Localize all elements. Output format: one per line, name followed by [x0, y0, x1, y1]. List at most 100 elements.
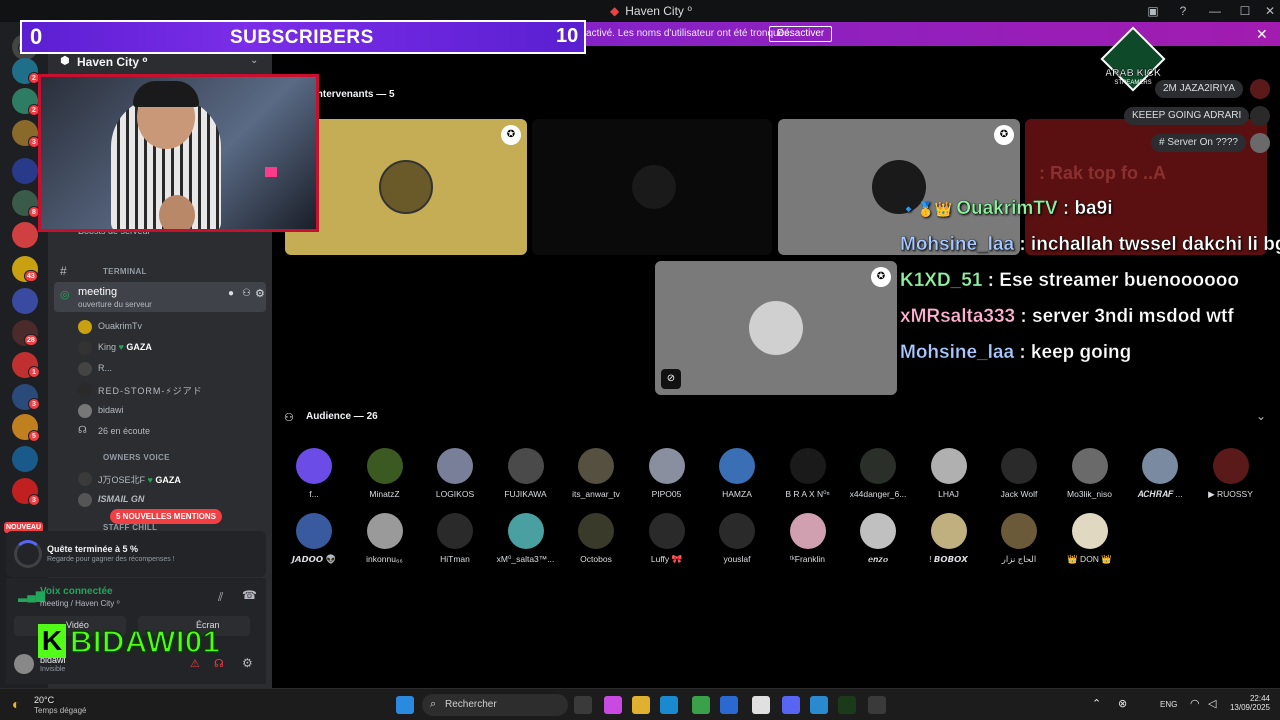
weather-temp[interactable]: 20°C [34, 695, 54, 705]
server-icon[interactable] [12, 158, 38, 184]
audience-member[interactable]: Jack Wolf [987, 448, 1051, 499]
obs-icon[interactable] [752, 696, 770, 714]
unread-badge: 5 [28, 430, 40, 442]
network-icon[interactable]: ⊗ [1118, 697, 1127, 710]
quest-panel[interactable]: Quête terminée à 5 % Regarde pour gagner… [6, 531, 266, 577]
audience-member[interactable]: 𝙅𝘼𝘿𝙊𝙊 👽 [282, 513, 346, 565]
audience-member[interactable]: ᵗᵏFranklin [776, 513, 840, 564]
audience-member-name: 𝑨𝑪𝑯𝑹𝑨𝑭 ... [1137, 489, 1183, 499]
audience-member-name: 𝒆𝒏𝒛𝒐 [867, 554, 889, 564]
audience-member-name: youslaf [723, 554, 751, 564]
audience-member-name: MinatzZ [369, 489, 400, 499]
server-icon[interactable] [12, 446, 38, 472]
voice-channel-meeting[interactable]: ◎ meeting ouverture du serveur ● ⚇ ⚙ [54, 282, 266, 312]
clock[interactable]: 22:44 13/09/2025 [1228, 694, 1270, 712]
server-name[interactable]: Haven City ⁰ [77, 55, 148, 69]
volume-icon[interactable]: ◁ [1208, 697, 1216, 710]
store-icon[interactable] [720, 696, 738, 714]
speaker-tile[interactable]: ✪ [285, 119, 527, 255]
server-icon[interactable] [12, 288, 38, 314]
app-icon[interactable] [810, 696, 828, 714]
discord-icon[interactable] [782, 696, 800, 714]
audience-member[interactable]: 𝒆𝒏𝒛𝒐 [846, 513, 910, 565]
audience-member[interactable]: f... [282, 448, 346, 499]
audience-member[interactable]: Mo3lik_niso [1058, 448, 1122, 499]
chevron-down-icon[interactable]: ⌄ [1256, 409, 1266, 423]
audience-member[interactable]: ▶ RUOSSY [1199, 448, 1263, 500]
search-box[interactable]: ⌕ Rechercher [422, 694, 568, 716]
language-indicator[interactable]: ENG [1160, 700, 1177, 709]
disable-streamer-mode-button[interactable]: Désactiver [769, 26, 833, 42]
audience-member[interactable]: الحاج نزار [987, 513, 1051, 565]
start-icon[interactable] [396, 696, 414, 714]
audience-member[interactable]: its_anwar_tv [564, 448, 628, 499]
weather-icon[interactable]: ◐ [12, 696, 20, 712]
chevron-down-icon[interactable]: ⌄ [250, 55, 258, 66]
channel-status: ouverture du serveur [78, 300, 152, 309]
audience-member[interactable]: 👑 DON 👑 [1058, 513, 1122, 565]
chat-line: K1XD_51 : Ese streamer buenoooooo [900, 270, 1239, 292]
chat-user: Mohsine_laa [900, 342, 1015, 363]
wifi-icon[interactable]: ◠ [1190, 697, 1200, 710]
avatar [578, 448, 614, 484]
voice-channel-path: meeting / Haven City ⁰ [40, 599, 120, 608]
windows-taskbar: ◐ 20°C Temps dégagé ⌕ Rechercher ⌃ ⊗ ENG… [0, 688, 1280, 720]
chevron-up-icon[interactable]: ⌃ [1092, 697, 1101, 710]
close-window-button[interactable]: ✕ [1260, 2, 1280, 20]
app-icon[interactable] [868, 696, 886, 714]
audience-member-name: Octobos [580, 554, 612, 564]
avatar [78, 341, 92, 355]
audience-member[interactable]: xM⁰_salta3™... [494, 513, 558, 565]
speaker-tile[interactable]: ✪ ⊘ [655, 261, 897, 395]
audience-member[interactable]: FUJIKAWA [494, 448, 558, 499]
speaker-tile[interactable] [532, 119, 772, 255]
category-owners-voice[interactable]: OWNERS VOICE [103, 453, 170, 462]
gear-icon[interactable]: ⚙ [255, 287, 265, 300]
new-mentions-pill[interactable]: 5 NOUVELLES MENTIONS [110, 509, 223, 524]
task-view-icon[interactable] [574, 696, 592, 714]
audience-member[interactable]: PIPO05 [635, 448, 699, 499]
maximize-button[interactable]: ☐ [1235, 2, 1255, 20]
pin-icon[interactable]: ✪ [871, 267, 891, 287]
unread-badge: 43 [24, 270, 38, 282]
help-icon[interactable]: ? [1173, 2, 1193, 20]
noise-suppression-icon[interactable]: ⫽ [218, 590, 223, 605]
chat-icon[interactable]: ● [228, 288, 234, 299]
add-member-icon[interactable]: ⚇ [242, 288, 251, 299]
file-explorer-icon[interactable] [632, 696, 650, 714]
chat-user: Mohsine_laa [900, 234, 1015, 255]
avatar [366, 448, 403, 484]
avatar [507, 513, 544, 549]
chrome-icon[interactable] [692, 696, 710, 714]
close-banner-icon[interactable]: ✕ [1256, 26, 1268, 43]
disconnect-icon[interactable]: ☎ [242, 588, 257, 602]
audience-member[interactable]: HiTman [423, 513, 487, 564]
subscribers-label: SUBSCRIBERS [230, 27, 374, 48]
audience-member[interactable]: MinatzZ [353, 448, 417, 499]
minimize-button[interactable]: — [1205, 2, 1225, 20]
server-icon[interactable] [12, 222, 38, 248]
audience-member[interactable]: Octobos [564, 513, 628, 564]
voice-status[interactable]: Voix connectée [40, 586, 113, 597]
audience-member[interactable]: inkonnu₆₆ [353, 513, 417, 564]
audience-member[interactable]: 𝑨𝑪𝑯𝑹𝑨𝑭 ... [1128, 448, 1192, 500]
avatar[interactable] [14, 654, 34, 674]
audience-member[interactable]: LHAJ [917, 448, 981, 499]
copilot-icon[interactable] [604, 696, 622, 714]
edge-icon[interactable] [660, 696, 678, 714]
audience-member[interactable]: x44danger_6... [846, 448, 910, 499]
category-terminal[interactable]: TERMINAL [103, 267, 147, 276]
audience-member[interactable]: youslaf [705, 513, 769, 564]
audience-member[interactable]: ! 𝘽𝙊𝘽𝙊𝙓 [917, 513, 981, 565]
speakers-title: Intervenants — 5 [314, 89, 395, 100]
avatar [1071, 448, 1108, 484]
pin-icon[interactable]: ✪ [994, 125, 1014, 145]
audience-member[interactable]: Luffy 🎀 [635, 513, 699, 565]
pin-icon[interactable]: ✪ [501, 125, 521, 145]
audience-member[interactable]: LOGIKOS [423, 448, 487, 499]
audience-member[interactable]: B R A X N⁰ⁿ [776, 448, 840, 500]
user-name: King ♥ GAZA [98, 342, 152, 352]
audience-member[interactable]: HAMZA [705, 448, 769, 499]
inbox-icon[interactable]: ▣ [1143, 2, 1163, 20]
kick-icon[interactable] [838, 696, 856, 714]
